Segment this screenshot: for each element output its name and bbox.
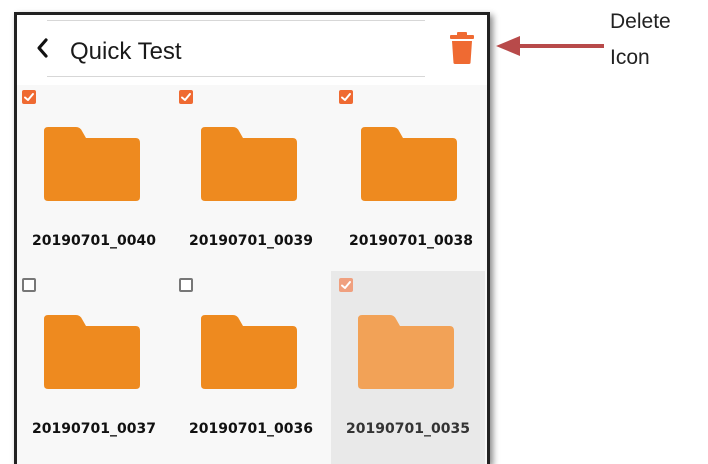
folder-tile[interactable]: 20190701_0039: [174, 89, 328, 269]
folder-tile[interactable]: 20190701_0036: [174, 277, 328, 457]
folder-icon[interactable]: [199, 311, 299, 391]
select-checkbox[interactable]: [179, 90, 193, 104]
back-button[interactable]: [31, 35, 53, 61]
folder-tile[interactable]: 20190701_0037: [17, 277, 171, 457]
page-title: Quick Test: [70, 38, 182, 65]
select-checkbox[interactable]: [22, 278, 36, 292]
folder-icon[interactable]: [356, 311, 456, 391]
select-checkbox[interactable]: [22, 90, 36, 104]
pointer-arrow: [496, 36, 604, 56]
check-icon: [24, 93, 34, 101]
folder-name: 20190701_0035: [346, 421, 470, 437]
chevron-left-icon: [37, 38, 48, 58]
folder-glyph: [361, 127, 457, 201]
divider: [47, 20, 425, 21]
check-icon: [181, 93, 191, 101]
folder-tile[interactable]: 20190701_0035: [331, 271, 485, 464]
delete-button[interactable]: [449, 31, 475, 65]
folder-icon[interactable]: [42, 123, 142, 203]
folder-glyph: [201, 315, 297, 389]
folder-name: 20190701_0037: [32, 421, 156, 437]
folder-icon[interactable]: [42, 311, 142, 391]
annotation-line: Delete: [610, 10, 671, 33]
folder-glyph: [201, 127, 297, 201]
folder-glyph: [44, 127, 140, 201]
select-checkbox[interactable]: [339, 90, 353, 104]
divider: [47, 76, 425, 77]
folder-name: 20190701_0038: [349, 233, 473, 249]
folder-tile[interactable]: 20190701_0038: [334, 89, 487, 269]
select-checkbox[interactable]: [339, 278, 353, 292]
folder-name: 20190701_0036: [189, 421, 313, 437]
annotation-line: Icon: [610, 46, 650, 69]
folder-tile[interactable]: 20190701_0040: [17, 89, 171, 269]
folder-icon[interactable]: [359, 123, 459, 203]
check-icon: [341, 93, 351, 101]
folder-name: 20190701_0039: [189, 233, 313, 249]
app-bar: Quick Test: [17, 15, 487, 85]
phone-screen: Quick Test 20190701_0040 20190701_0039 2…: [14, 12, 490, 464]
check-icon: [341, 281, 351, 289]
trash-icon: [450, 32, 474, 64]
folder-glyph: [358, 315, 454, 389]
folder-name: 20190701_0040: [32, 233, 156, 249]
annotation-label: Delete Icon: [610, 4, 671, 76]
folder-glyph: [44, 315, 140, 389]
select-checkbox[interactable]: [179, 278, 193, 292]
folder-icon[interactable]: [199, 123, 299, 203]
